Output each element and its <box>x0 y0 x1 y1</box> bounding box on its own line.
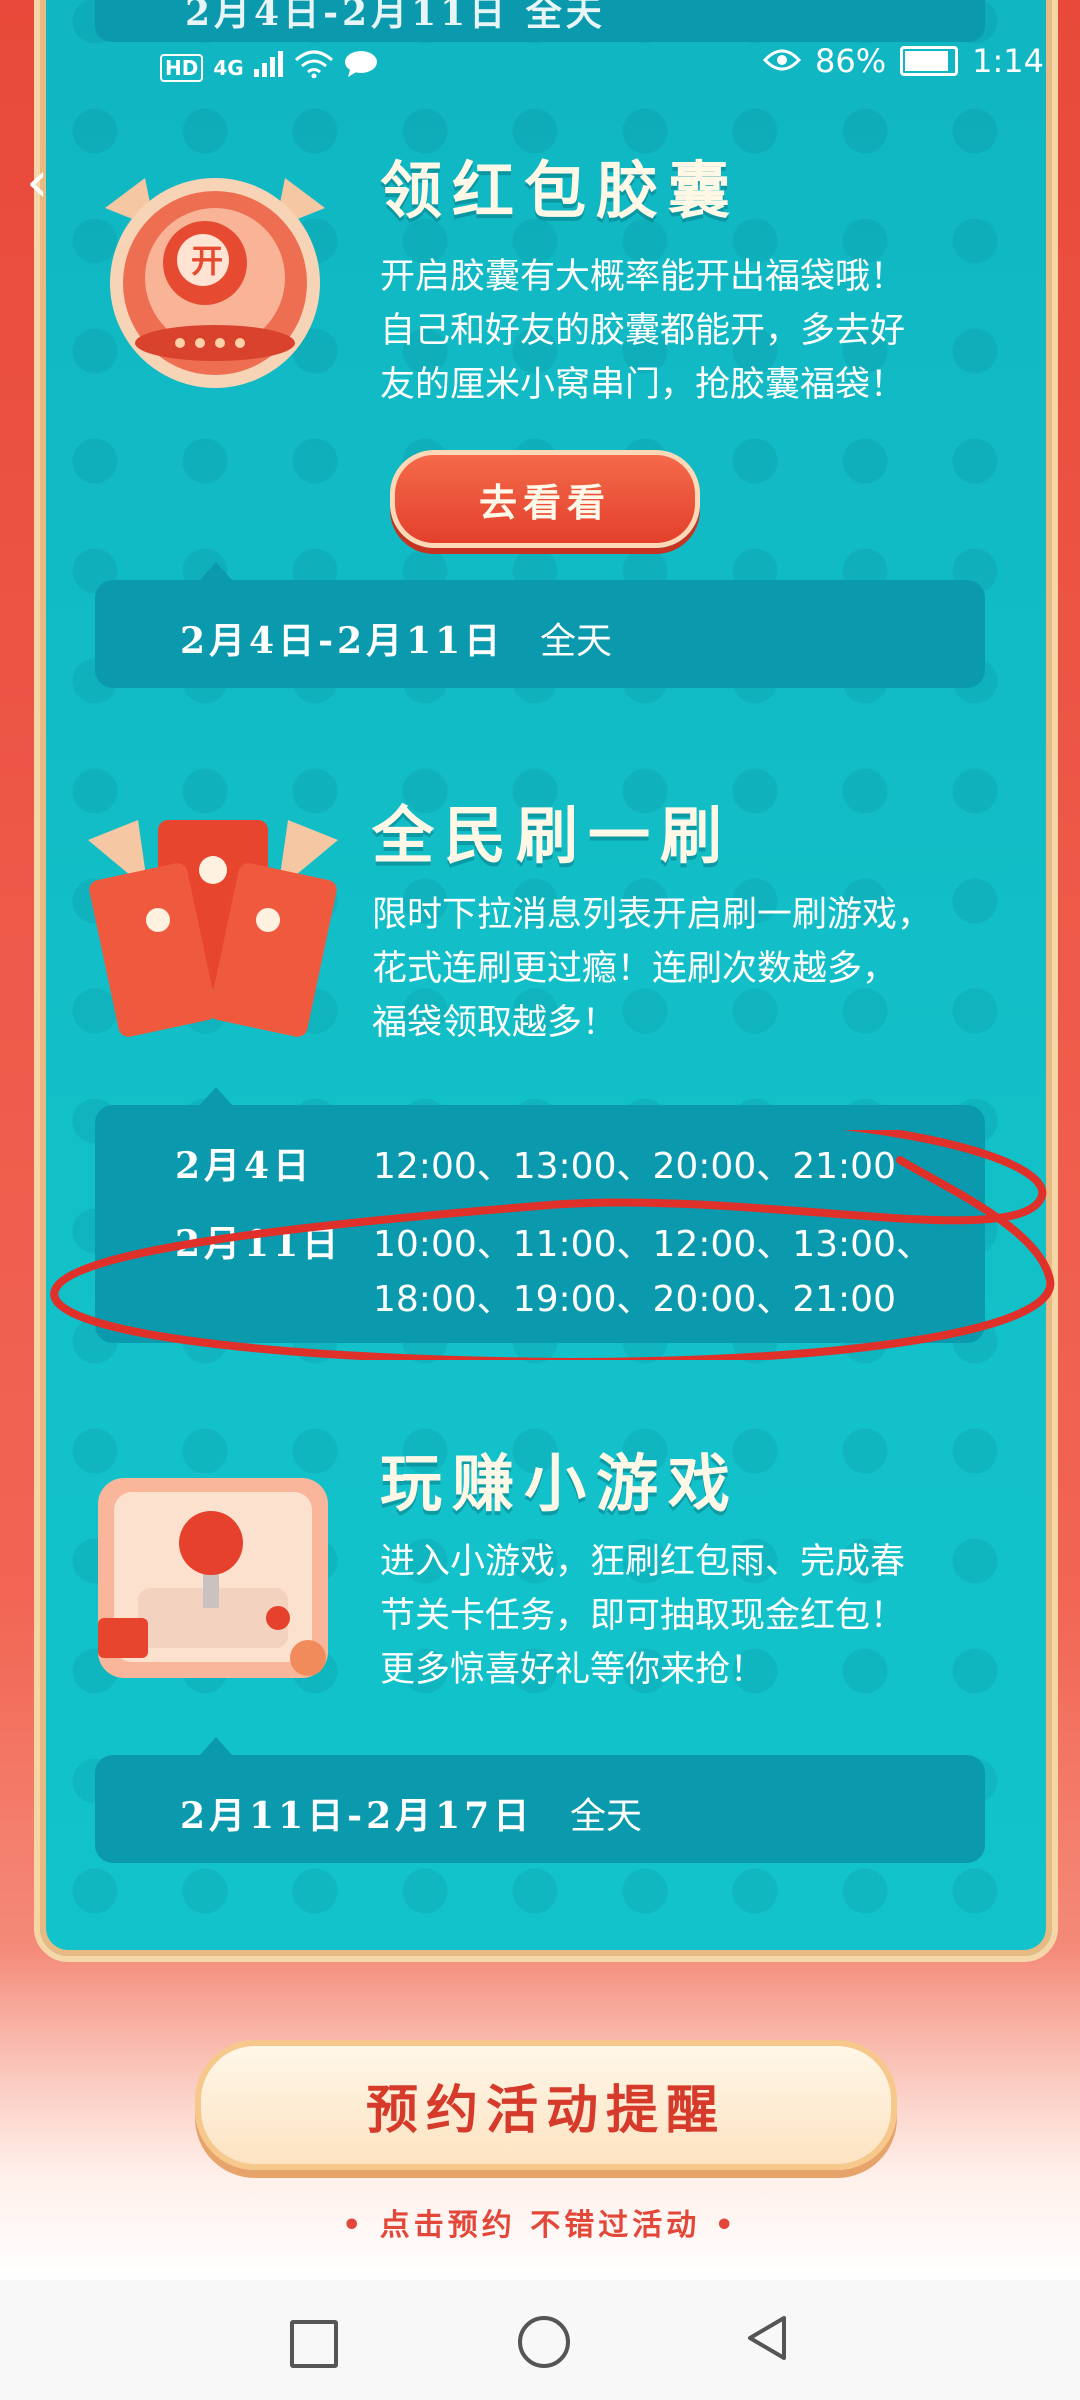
capsule-time-range: 全天 <box>540 621 613 662</box>
reserve-reminder-button[interactable]: 预约活动提醒 <box>195 2040 897 2170</box>
status-bar: HD 4G 86% 1:14 <box>0 30 1080 110</box>
section-title-refresh: 全民刷一刷 <box>372 799 733 872</box>
desc-line: 限时下拉消息列表开启刷一刷游戏， <box>372 895 933 935</box>
battery-percent: 86% <box>815 42 887 80</box>
desc-line: 友的厘米小窝串门，抢胶囊福袋！ <box>380 365 906 405</box>
desc-line: 花式连刷更过瘾！连刷次数越多， <box>372 949 898 989</box>
capsule-date-range: 2月4日-2月11日 <box>180 620 505 662</box>
hd-icon: HD <box>160 53 204 82</box>
minigame-time-box: 2月11日-2月17日 全天 <box>95 1755 985 1863</box>
joystick-game-icon <box>78 1468 348 1698</box>
red-envelope-icon <box>78 800 348 1060</box>
desc-line: 节关卡任务，即可抽取现金红包！ <box>380 1596 906 1636</box>
go-see-button[interactable]: 去看看 <box>390 450 700 548</box>
desc-line: 进入小游戏，狂刷红包雨、完成春 <box>380 1542 906 1582</box>
eye-icon <box>762 42 802 80</box>
back-triangle-icon[interactable] <box>744 2314 788 2366</box>
section-title-minigame: 玩赚小游戏 <box>380 1447 741 1520</box>
battery-icon <box>900 46 959 76</box>
desc-line: 更多惊喜好礼等你来抢！ <box>380 1650 766 1690</box>
network-4g-icon: 4G <box>213 55 244 80</box>
capsule-time-box: 2月4日-2月11日 全天 <box>95 580 985 688</box>
recent-apps-icon[interactable] <box>290 2320 338 2368</box>
desc-line: 福袋领取越多！ <box>372 1003 618 1043</box>
signal-icon <box>253 51 284 84</box>
section-title-capsule: 领红包胶囊 <box>380 154 741 227</box>
clock: 1:14 <box>972 42 1044 80</box>
home-icon[interactable] <box>518 2316 570 2368</box>
status-right: 86% 1:14 <box>762 42 1044 80</box>
info-pointer <box>200 562 232 580</box>
minigame-date-range: 2月11日-2月17日 <box>180 1795 534 1837</box>
section-desc-refresh: 限时下拉消息列表开启刷一刷游戏， 花式连刷更过瘾！连刷次数越多， 福袋领取越多！ <box>372 888 1032 1050</box>
desc-line: 自己和好友的胶囊都能开，多去好 <box>380 311 906 351</box>
desc-line: 开启胶囊有大概率能开出福袋哦！ <box>380 257 906 297</box>
section-desc-capsule: 开启胶囊有大概率能开出福袋哦！ 自己和好友的胶囊都能开，多去好 友的厘米小窝串门… <box>380 250 1020 412</box>
red-circle-annotation <box>50 1116 1060 1367</box>
capsule-open-glyph: 开 <box>191 242 223 280</box>
info-pointer <box>200 1737 232 1755</box>
status-left-icons: HD 4G <box>160 50 378 85</box>
back-arrow-icon[interactable]: ‹ <box>26 150 48 215</box>
reserve-subtext: • 点击预约 不错过活动 • <box>342 2208 738 2243</box>
capsule-icon: 开 <box>85 168 345 398</box>
wifi-icon <box>294 50 334 85</box>
info-pointer <box>200 1087 232 1105</box>
message-icon <box>344 50 378 85</box>
minigame-time-range: 全天 <box>570 1796 643 1837</box>
section-desc-minigame: 进入小游戏，狂刷红包雨、完成春 节关卡任务，即可抽取现金红包！ 更多惊喜好礼等你… <box>380 1535 1030 1697</box>
